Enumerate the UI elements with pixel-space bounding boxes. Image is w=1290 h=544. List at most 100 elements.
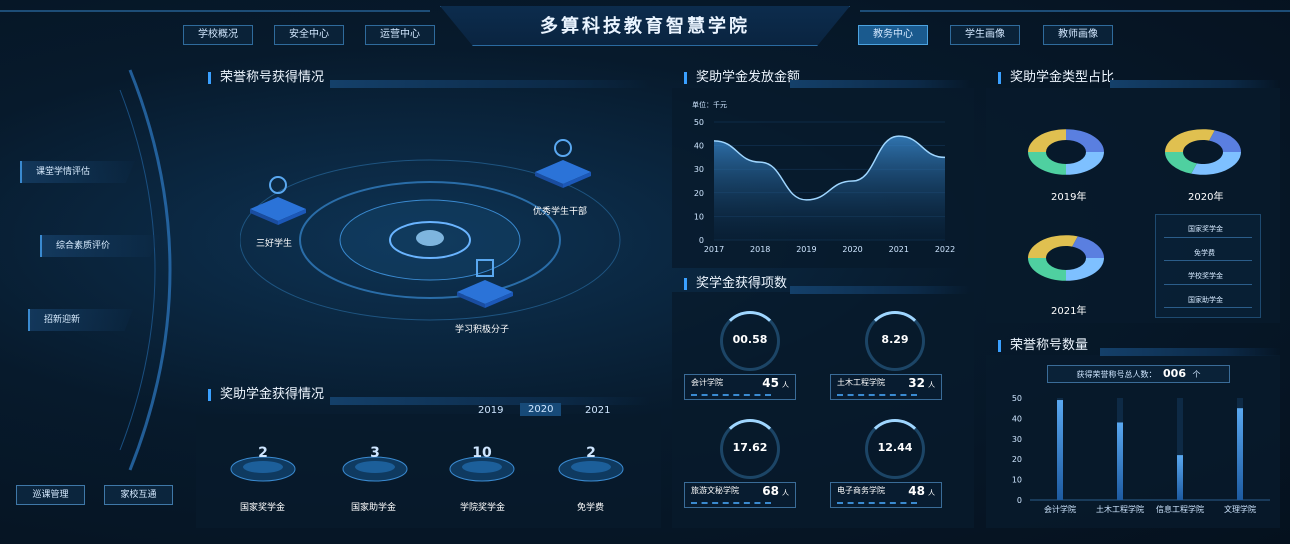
donut-slice xyxy=(1028,235,1078,258)
y-tick: 0 xyxy=(1017,496,1022,505)
sch-label: 国家助学金 xyxy=(351,503,397,513)
donut-year: 2021年 xyxy=(1051,306,1087,317)
award-card: 旅游文秘学院 68 人 xyxy=(684,482,796,508)
book-icon xyxy=(457,259,513,308)
donut-slice xyxy=(1072,236,1104,258)
node-label-merit: 三好学生 xyxy=(256,239,293,249)
donut-slice xyxy=(1066,129,1104,152)
sidebar-item-quality[interactable]: 综合素质评价 xyxy=(40,235,160,257)
donut-year: 2020年 xyxy=(1188,192,1224,203)
y-tick: 40 xyxy=(1012,414,1022,423)
award-college: 电子商务学院 xyxy=(837,486,885,495)
sch-value: 10 xyxy=(472,445,492,461)
nav-student[interactable]: 学生画像 xyxy=(950,25,1020,45)
donut-chart xyxy=(1028,235,1104,281)
x-tick: 2020 xyxy=(842,245,862,254)
award-pct: 17.62 xyxy=(732,441,768,454)
donut-chart xyxy=(1028,129,1104,175)
patrol-button[interactable]: 巡课管理 xyxy=(16,485,85,505)
nav-school[interactable]: 学校概况 xyxy=(183,25,253,45)
awards-title-line xyxy=(790,286,970,294)
y-tick: 30 xyxy=(694,165,704,174)
sidebar-item-classroom[interactable]: 课堂学情评估 xyxy=(20,161,135,183)
nav-teacher[interactable]: 教师画像 xyxy=(1043,25,1113,45)
y-tick: 40 xyxy=(694,142,704,151)
sch-item-2: 3 xyxy=(340,445,410,485)
award-college: 土木工程学院 xyxy=(837,378,885,387)
x-tick: 2019 xyxy=(796,245,816,254)
award-count: 68 xyxy=(762,484,779,498)
award-gauge: 17.62 xyxy=(720,419,780,479)
nav-academic[interactable]: 教务中心 xyxy=(858,25,928,45)
award-pct: 8.29 xyxy=(881,333,909,346)
honorcount-title-line xyxy=(1100,348,1280,356)
nav-operation[interactable]: 运营中心 xyxy=(365,25,435,45)
x-tick: 土木工程学院 xyxy=(1096,504,1144,514)
nav-safety[interactable]: 安全中心 xyxy=(274,25,344,45)
sch-label: 免学费 xyxy=(577,503,605,513)
award-college: 旅游文秘学院 xyxy=(691,486,739,495)
user-icon xyxy=(250,176,306,225)
sch-value: 2 xyxy=(586,445,596,461)
award-count: 32 xyxy=(908,376,925,390)
award-gauge: 8.29 xyxy=(865,311,925,371)
honor-title-line xyxy=(330,80,650,88)
award-count: 48 xyxy=(908,484,925,498)
donut-chart xyxy=(1165,129,1241,175)
sch-value: 3 xyxy=(370,445,380,461)
donut-slice xyxy=(1191,152,1241,175)
types-legend: 国家奖学金 免学费 学校奖学金 国家助学金 xyxy=(1155,214,1261,318)
total-label: 获得荣誉称号总人数： xyxy=(1076,370,1157,379)
amount-title-line xyxy=(790,80,970,88)
scholarship-title-line xyxy=(330,397,650,405)
x-tick: 2017 xyxy=(704,245,724,254)
award-unit: 人 xyxy=(782,489,789,497)
side-arc xyxy=(119,69,172,471)
sch-item-4: 2 xyxy=(556,445,626,485)
y-tick: 50 xyxy=(1012,394,1022,403)
x-tick: 2022 xyxy=(935,245,955,254)
sidebar-item-enroll[interactable]: 招新迎新 xyxy=(28,309,133,331)
y-tick: 10 xyxy=(1012,476,1022,485)
y-tick: 20 xyxy=(694,189,704,198)
award-card: 土木工程学院 32 人 xyxy=(830,374,942,400)
home-school-button[interactable]: 家校互通 xyxy=(104,485,173,505)
header-line-left xyxy=(0,10,430,12)
award-unit: 人 xyxy=(928,381,935,389)
year-tab-2019[interactable]: 2019 xyxy=(478,405,503,416)
y-tick: 50 xyxy=(694,118,704,127)
award-gauge: 12.44 xyxy=(865,419,925,479)
total-unit: 个 xyxy=(1192,370,1201,379)
honor-bar-chart: 0 10 20 30 40 50 会计学院 土木工程学院 信息工程学院 文理学院 xyxy=(1012,394,1270,514)
donut-slice xyxy=(1165,152,1197,174)
donut-slice xyxy=(1066,152,1104,175)
sch-value: 2 xyxy=(258,445,268,461)
bar xyxy=(1057,400,1063,500)
award-college: 会计学院 xyxy=(691,378,723,387)
legend-item: 学校奖学金 xyxy=(1188,272,1223,280)
x-tick: 会计学院 xyxy=(1044,504,1076,514)
amount-area-chart: 0 10 20 30 40 50 2017 2018 2019 2020 2021 2022 xyxy=(694,118,955,254)
donut-slice xyxy=(1028,152,1066,175)
sch-item-1: 2 xyxy=(228,445,298,485)
amount-unit: 单位：千元 xyxy=(692,101,727,109)
donut-slice xyxy=(1165,129,1215,152)
node-label-cadre: 优秀学生干部 xyxy=(533,207,588,217)
award-unit: 人 xyxy=(782,381,789,389)
sch-label: 国家奖学金 xyxy=(240,503,286,513)
area-fill xyxy=(714,136,945,240)
cadre-icon xyxy=(535,139,591,188)
x-tick: 2018 xyxy=(750,245,770,254)
bar xyxy=(1237,408,1243,500)
types-title-line xyxy=(1110,80,1280,88)
award-count: 45 xyxy=(762,376,779,390)
year-tab-2021[interactable]: 2021 xyxy=(585,405,610,416)
legend-item: 国家助学金 xyxy=(1188,296,1223,304)
award-card: 电子商务学院 48 人 xyxy=(830,482,942,508)
award-unit: 人 xyxy=(928,489,935,497)
sch-item-3: 10 xyxy=(447,445,517,485)
award-card: 会计学院 45 人 xyxy=(684,374,796,400)
award-gauge: 00.58 xyxy=(720,311,780,371)
year-tab-2020[interactable]: 2020 xyxy=(520,403,562,416)
donut-year: 2019年 xyxy=(1051,192,1087,203)
